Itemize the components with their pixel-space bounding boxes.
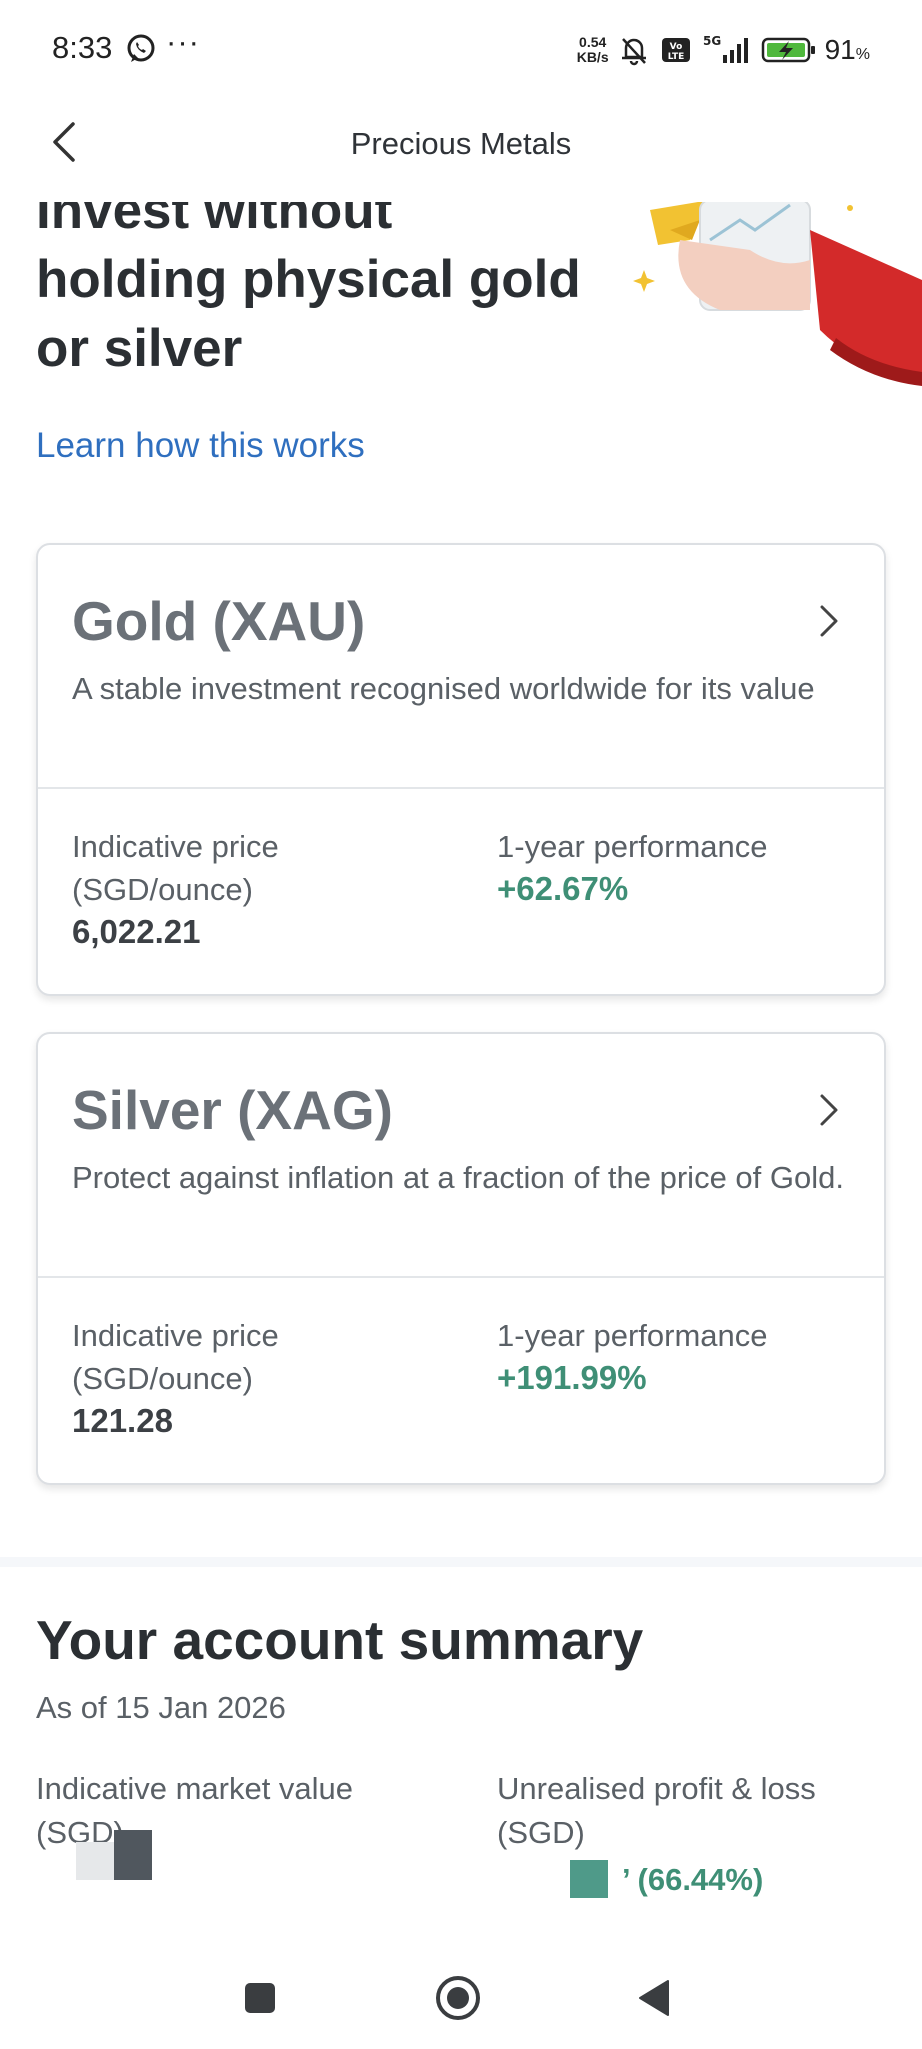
svg-text:Vo: Vo: [669, 42, 682, 52]
gold-card-header[interactable]: Gold (XAU) A stable investment recognise…: [38, 545, 884, 789]
gold-performance-value: +62.67%: [497, 870, 629, 907]
network-speed-unit: KB/s: [576, 49, 609, 65]
profit-loss-redacted: [570, 1860, 608, 1898]
silver-card: Silver (XAG) Protect against inflation a…: [36, 1032, 886, 1485]
whatsapp-icon: [127, 34, 155, 62]
redaction-block: [114, 1830, 152, 1880]
gold-description: A stable investment recognised worldwide…: [72, 671, 815, 706]
silver-performance-label: 1-year performance: [497, 1318, 768, 1353]
gold-performance-stat: 1-year performance +62.67%: [497, 825, 857, 908]
gold-price-stat: Indicative price (SGD/ounce) 6,022.21: [72, 825, 432, 951]
gold-price-label: Indicative price (SGD/ounce): [72, 829, 279, 907]
hero-title: Invest without holding physical gold or …: [36, 181, 581, 378]
app-header: Precious Metals: [0, 100, 922, 202]
status-time: 8:33: [52, 30, 113, 65]
silver-price-label: Indicative price (SGD/ounce): [72, 1318, 279, 1396]
square-icon: [245, 1983, 275, 2013]
status-right: 0.54 KB/s Vo LTE 5G 91%: [577, 30, 870, 70]
silver-description: Protect against inflation at a fraction …: [72, 1160, 844, 1195]
market-value-label: Indicative market value (SGD): [36, 1771, 354, 1850]
silver-title: Silver (XAG): [72, 1079, 393, 1141]
market-value-redacted: [76, 1830, 152, 1880]
recents-button[interactable]: [230, 1968, 290, 2028]
silver-performance-stat: 1-year performance +191.99%: [497, 1314, 857, 1397]
gold-card: Gold (XAU) A stable investment recognise…: [36, 543, 886, 996]
redaction-block: [76, 1842, 114, 1880]
silver-price-value: 121.28: [72, 1402, 173, 1439]
gold-performance-label: 1-year performance: [497, 829, 768, 864]
page-title: Precious Metals: [350, 126, 572, 161]
battery-unit: %: [855, 46, 870, 63]
battery-value: 91: [824, 34, 856, 65]
home-button[interactable]: [428, 1968, 488, 2028]
battery-percent: 91%: [825, 34, 870, 66]
svg-text:5G: 5G: [703, 34, 721, 48]
silver-card-header[interactable]: Silver (XAG) Protect against inflation a…: [38, 1034, 884, 1278]
section-divider: [0, 1557, 922, 1567]
learn-how-link[interactable]: Learn how this works: [36, 426, 365, 466]
silver-price-stat: Indicative price (SGD/ounce) 121.28: [72, 1314, 432, 1440]
profit-loss-label: Unrealised profit & loss (SGD): [497, 1771, 816, 1850]
silver-performance-value: +191.99%: [497, 1359, 647, 1396]
gold-title: Gold (XAU): [72, 590, 366, 652]
system-back-button[interactable]: [624, 1968, 684, 2028]
gold-price-value: 6,022.21: [72, 913, 201, 950]
signal-5g-icon: 5G: [703, 34, 748, 63]
circle-home-icon: [436, 1976, 480, 2020]
status-bar: 8:33 ··· 0.54 KB/s Vo LTE 5G 91%: [0, 0, 922, 100]
chevron-right-icon: [820, 605, 838, 637]
account-summary-title: Your account summary: [36, 1609, 644, 1671]
svg-text:LTE: LTE: [667, 52, 684, 62]
account-as-of-date: As of 15 Jan 2026: [36, 1690, 286, 1725]
profit-loss-percent: ’ (66.44%): [622, 1862, 764, 1897]
battery-charging-icon: [761, 37, 815, 63]
more-notifications-icon: ···: [166, 24, 200, 59]
gold-stats: Indicative price (SGD/ounce) 6,022.21 1-…: [38, 789, 884, 996]
volte-icon: Vo LTE: [661, 38, 690, 62]
precious-metals-screen: 8:33 ··· 0.54 KB/s Vo LTE 5G 91% Invest …: [0, 0, 922, 2049]
bell-off-icon: [621, 38, 646, 66]
hand-holding-phone-illustration: [633, 200, 922, 386]
chevron-right-icon: [820, 1094, 838, 1126]
network-speed-value: 0.54: [579, 34, 607, 50]
silver-stats: Indicative price (SGD/ounce) 121.28 1-ye…: [38, 1278, 884, 1485]
system-nav-bar: [0, 1940, 922, 2049]
triangle-back-icon: [639, 1980, 669, 2016]
network-speed: 0.54 KB/s: [577, 35, 609, 65]
